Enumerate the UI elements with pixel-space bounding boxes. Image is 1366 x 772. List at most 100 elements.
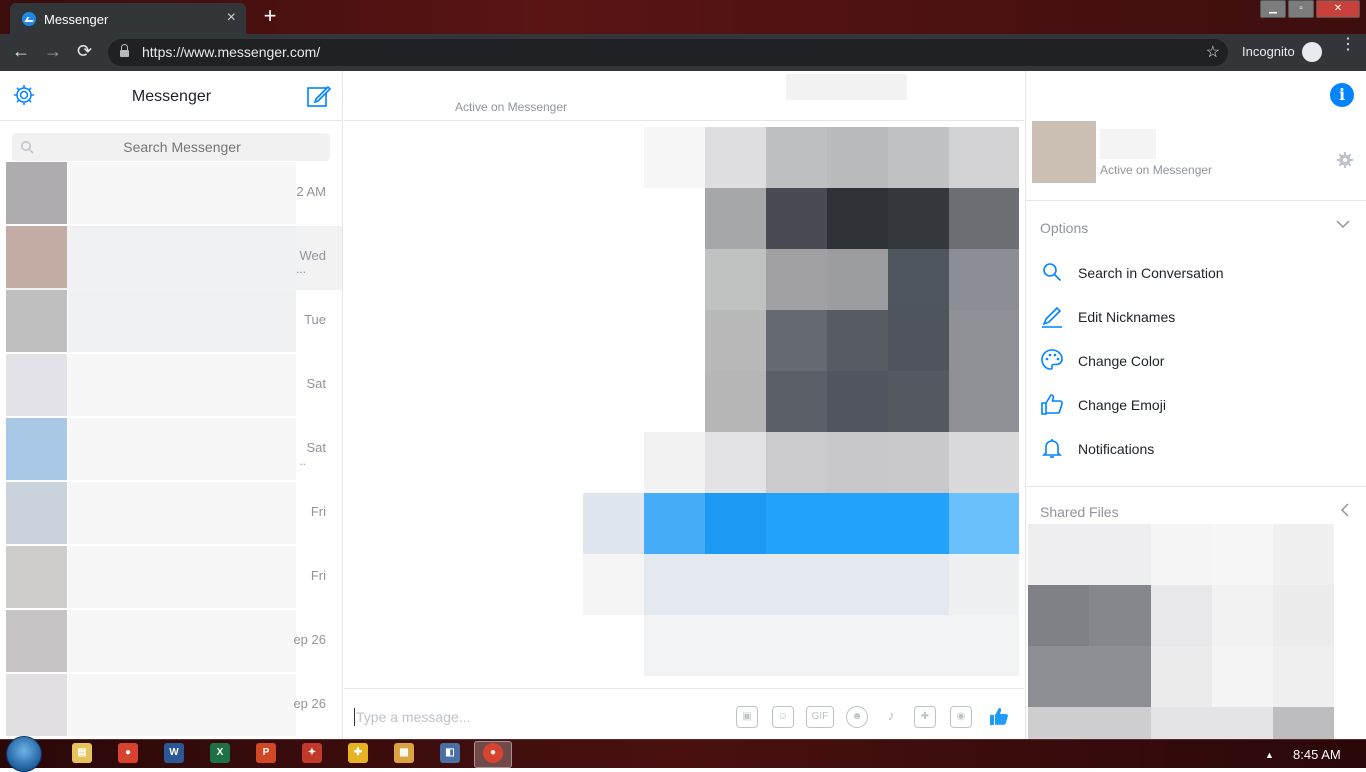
start-button[interactable]	[6, 736, 42, 772]
message-image-pixel	[888, 432, 949, 493]
shared-file-pixel[interactable]	[1151, 585, 1212, 646]
search-box[interactable]	[12, 133, 330, 161]
option-notifications[interactable]: Notifications	[1040, 434, 1360, 464]
shared-file-pixel[interactable]	[1151, 524, 1212, 585]
shared-file-pixel[interactable]	[1028, 524, 1151, 585]
conversation-time: Fri	[310, 504, 326, 519]
shared-file-pixel[interactable]	[1151, 646, 1212, 707]
chevron-down-icon[interactable]	[1336, 217, 1350, 231]
message-image-pixel	[949, 249, 1019, 310]
tray-arrow-icon[interactable]: ▲	[1265, 750, 1274, 760]
gif-icon[interactable]: GIF	[806, 706, 834, 728]
conversation-item[interactable]: Fri	[6, 482, 342, 546]
conversation-preview-blurred	[68, 546, 296, 608]
message-composer: Type a message... ▣ ☺ GIF ☻ ♪ ✚ ◉	[344, 688, 1024, 739]
search-input[interactable]	[42, 133, 322, 161]
shared-file-pixel[interactable]	[1212, 524, 1273, 585]
shared-file-pixel[interactable]	[1273, 646, 1334, 707]
incognito-icon[interactable]	[1302, 42, 1322, 62]
profile-settings-gear-icon[interactable]	[1336, 151, 1354, 169]
message-bubble-pixel	[644, 493, 705, 554]
maximize-button[interactable]: ▫	[1288, 0, 1314, 18]
back-button[interactable]: ←	[12, 41, 30, 62]
chevron-left-icon[interactable]	[1338, 503, 1352, 517]
avatar	[6, 546, 67, 608]
message-input[interactable]: Type a message...	[356, 709, 470, 725]
conversation-item[interactable]: Sat	[6, 354, 342, 418]
shared-file-pixel[interactable]	[1089, 585, 1151, 646]
conversation-item[interactable]: Sat..	[6, 418, 342, 482]
conversation-time: Fri	[310, 568, 326, 583]
message-image-pixel	[766, 432, 827, 493]
shared-file-pixel[interactable]	[1273, 707, 1334, 739]
powerpoint-icon[interactable]: P	[256, 743, 276, 763]
emoji-icon[interactable]: ☻	[846, 706, 868, 728]
new-tab-button[interactable]: +	[258, 5, 282, 29]
shared-file-pixel[interactable]	[1273, 524, 1334, 585]
shared-file-pixel[interactable]	[1212, 585, 1273, 646]
option-change-emoji[interactable]: Change Emoji	[1040, 390, 1360, 420]
app-icon[interactable]: ✦	[302, 743, 322, 763]
excel-icon[interactable]: X	[210, 743, 230, 763]
shared-file-pixel[interactable]	[1212, 646, 1273, 707]
minimize-button[interactable]: ▁	[1260, 0, 1286, 18]
tab-close-icon[interactable]: ×	[227, 9, 236, 27]
address-bar[interactable]: https://www.messenger.com/ ☆	[108, 39, 1228, 66]
close-window-button[interactable]: ✕	[1316, 0, 1360, 18]
message-image-pixel	[705, 249, 766, 310]
option-edit-nicknames[interactable]: Edit Nicknames	[1040, 302, 1360, 332]
shared-file-pixel[interactable]	[1273, 585, 1334, 646]
chrome-active-icon[interactable]: ●	[483, 743, 503, 763]
conversation-item[interactable]: 2 AM	[6, 162, 342, 226]
avatar	[6, 674, 67, 736]
message-image-pixel	[827, 310, 888, 371]
conversation-item[interactable]: ep 26	[6, 674, 342, 738]
conversation-preview-blurred	[68, 482, 296, 544]
messenger-favicon-icon	[22, 12, 36, 26]
shared-file-pixel[interactable]	[1028, 707, 1151, 739]
search-icon	[1043, 263, 1062, 282]
sticker-icon[interactable]: ☺	[772, 706, 794, 728]
conversation-item[interactable]: ep 26	[6, 610, 342, 674]
forward-button[interactable]: →	[44, 41, 62, 62]
bell-icon	[1042, 439, 1062, 458]
browser-menu-icon[interactable]: ⋮	[1340, 37, 1356, 53]
file-explorer-icon[interactable]: ▤	[72, 743, 92, 763]
chat-contact-name-blurred[interactable]	[786, 74, 907, 100]
sticky-notes-icon[interactable]: ▦	[394, 743, 414, 763]
conversation-time: Sat	[306, 376, 326, 391]
microphone-icon[interactable]: ♪	[880, 706, 902, 728]
search-icon	[21, 141, 34, 154]
conversation-item[interactable]: Fri	[6, 546, 342, 610]
taskbar-clock[interactable]: 8:45 AM	[1293, 747, 1341, 762]
conversation-item[interactable]: Tue	[6, 290, 342, 354]
image-icon[interactable]: ▣	[736, 706, 758, 728]
chrome-icon[interactable]: ●	[118, 743, 138, 763]
avatar	[6, 162, 67, 224]
shared-file-pixel[interactable]	[1151, 707, 1273, 739]
bookmark-star-icon[interactable]: ☆	[1206, 42, 1220, 62]
camera-icon[interactable]: ◉	[950, 706, 972, 728]
word-icon[interactable]: W	[164, 743, 184, 763]
incognito-label: Incognito	[1242, 44, 1295, 59]
message-bubble-pixel	[949, 554, 1019, 615]
app-icon-2[interactable]: ✚	[348, 743, 368, 763]
game-icon[interactable]: ✚	[914, 706, 936, 728]
shared-file-pixel[interactable]	[1028, 646, 1151, 707]
app-icon-3[interactable]: ◧	[440, 743, 460, 763]
shared-files-header[interactable]: Shared Files	[1040, 504, 1119, 520]
message-image-pixel	[888, 249, 949, 310]
message-image-pixel	[949, 188, 1019, 249]
options-header[interactable]: Options	[1040, 220, 1088, 236]
like-thumbs-up-icon[interactable]	[988, 705, 1010, 727]
browser-tab[interactable]: Messenger ×	[10, 3, 246, 34]
message-image-pixel	[888, 371, 949, 432]
option-label: Notifications	[1078, 441, 1155, 457]
option-change-color[interactable]: Change Color	[1040, 346, 1360, 376]
contact-avatar[interactable]	[1032, 121, 1096, 183]
option-search-in-conversation[interactable]: Search in Conversation	[1040, 258, 1360, 288]
reload-button[interactable]: ⟳	[77, 41, 92, 62]
conversation-preview-blurred	[68, 674, 296, 736]
conversation-item[interactable]: Wed...	[6, 226, 342, 290]
shared-file-pixel[interactable]	[1028, 585, 1089, 646]
